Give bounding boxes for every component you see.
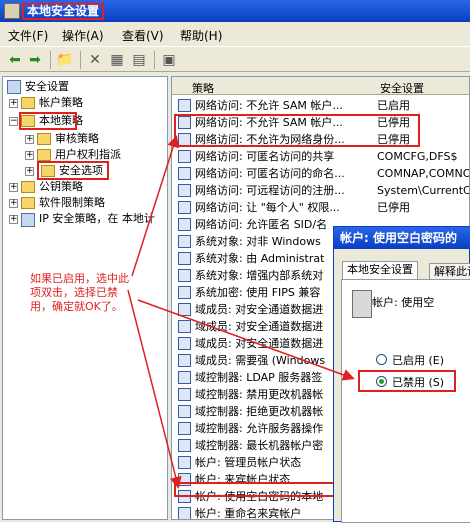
policy-setting: 已停用 [377,201,410,214]
folder-icon [21,181,35,193]
delete-icon[interactable]: ✕ [86,51,104,69]
expand-icon[interactable]: + [9,183,18,192]
enabled-radio-label[interactable]: 已启用 (E) [392,352,444,368]
export-list-icon[interactable]: ▤ [130,51,148,69]
policy-setting: 已启用 [377,99,410,112]
policy-icon [178,507,191,519]
policy-icon [178,201,191,214]
policy-icon [178,286,191,299]
server-icon [352,290,372,318]
dialog-title[interactable]: 帐户: 使用空白密码的 [334,227,470,249]
back-arrow-icon[interactable]: ⬅ [6,51,24,69]
highlight-box-disabled-option [358,370,456,392]
policy-icon [178,150,191,163]
annotation-text: 如果已启用，选中此项双击，选择已禁用，确定就OK了。 [30,272,129,313]
window-title: 本地安全设置 [22,3,105,20]
tree-node-audit-policy[interactable]: 审核策略 [55,131,99,147]
tab-local-security-setting[interactable]: 本地安全设置 [342,261,418,279]
table-row[interactable]: 网络访问: 不允许 SAM 帐户... 已启用 [172,97,469,114]
policy-icon [178,456,191,469]
tree-node-account-policy[interactable]: 帐户策略 [39,95,83,111]
policy-icon [178,269,191,282]
app-icon [4,3,20,19]
title-bar[interactable]: 本地安全设置 [0,0,470,22]
policy-name: 网络访问: 可匿名访问的共享 [195,150,335,163]
ip-security-icon [21,213,35,227]
expand-icon[interactable]: + [9,199,18,208]
local-security-settings-window: 本地安全设置 文件(F) 操作(A) 查看(V) 帮助(H) ⬅ ➡ 📁 ✕ ▦… [0,0,470,523]
policy-icon [178,405,191,418]
collapse-icon[interactable]: − [9,117,18,126]
policy-icon [178,303,191,316]
forward-arrow-icon[interactable]: ➡ [26,51,44,69]
highlight-box-blank-password-row [174,482,337,497]
policy-name: 网络访问: 让 "每个人" 权限... [195,201,340,214]
enabled-radio[interactable] [376,354,387,365]
tree-node-public-key[interactable]: 公钥策略 [39,179,83,195]
menu-file[interactable]: 文件(F) [8,27,48,44]
policy-icon [178,167,191,180]
policy-name: 网络访问: 可远程访问的注册... [195,184,345,197]
policy-icon [178,371,191,384]
folder-icon [37,133,51,145]
expand-icon[interactable]: + [9,215,18,224]
policy-icon [178,337,191,350]
menu-bar: 文件(F) 操作(A) 查看(V) 帮助(H) [0,24,470,44]
highlight-box-sam-rows [174,114,420,147]
policy-setting: COMNAP,COMNODE,... [377,167,469,180]
list-header: 策略 安全设置 [172,77,469,96]
menu-help[interactable]: 帮助(H) [180,27,222,44]
folder-icon [21,97,35,109]
toolbar: ⬅ ➡ 📁 ✕ ▦ ▤ ▣ [0,46,470,72]
policy-name: 网络访问: 可匿名访问的命名... [195,167,345,180]
highlight-box-security-options [37,161,109,180]
policy-icon [178,422,191,435]
up-folder-icon[interactable]: 📁 [56,51,74,69]
tree-node-software-restriction[interactable]: 软件限制策略 [39,195,105,211]
expand-icon[interactable]: + [25,135,34,144]
properties-icon[interactable]: ▦ [108,51,126,69]
policy-icon [178,218,191,231]
security-settings-icon [7,80,21,94]
policy-icon [178,388,191,401]
tree-node-root[interactable]: 安全设置 [25,79,69,95]
policy-name: 网络访问: 不允许 SAM 帐户... [195,99,343,112]
highlight-box-local-policy [19,112,77,130]
table-row[interactable]: 网络访问: 可远程访问的注册... System\CurrentC... [172,182,470,199]
properties-dialog: 帐户: 使用空白密码的 本地安全设置 解释此设 帐户: 使用空 已启用 (E) … [333,226,470,523]
policy-icon [178,184,191,197]
policy-icon [178,320,191,333]
column-header-policy[interactable]: 策略 [192,80,214,96]
dialog-pane: 帐户: 使用空 已启用 (E) 已禁用 (S) [341,279,470,523]
policy-icon [178,439,191,452]
table-row[interactable]: 网络访问: 可匿名访问的命名... COMNAP,COMNODE,... [172,165,469,182]
policy-icon [178,99,191,112]
menu-action[interactable]: 操作(A) [62,27,104,44]
policy-setting: System\CurrentC... [377,184,470,197]
help-icon[interactable]: ▣ [160,51,178,69]
policy-icon [178,235,191,248]
policy-name-label: 帐户: 使用空 [372,296,435,309]
menu-view[interactable]: 查看(V) [122,27,164,44]
policy-setting: COMCFG,DFS$ [377,150,458,163]
table-row[interactable]: 网络访问: 可匿名访问的共享 COMCFG,DFS$ [172,148,469,165]
expand-icon[interactable]: + [25,167,34,176]
column-header-setting[interactable]: 安全设置 [380,80,424,96]
expand-icon[interactable]: + [9,99,18,108]
table-row[interactable]: 网络访问: 让 "每个人" 权限... 已停用 [172,199,469,216]
policy-icon [178,252,191,265]
expand-icon[interactable]: + [25,151,34,160]
folder-icon [37,149,51,161]
tree-node-ip-security[interactable]: IP 安全策略，在 本地计 [39,211,155,227]
folder-icon [21,197,35,209]
policy-icon [178,354,191,367]
